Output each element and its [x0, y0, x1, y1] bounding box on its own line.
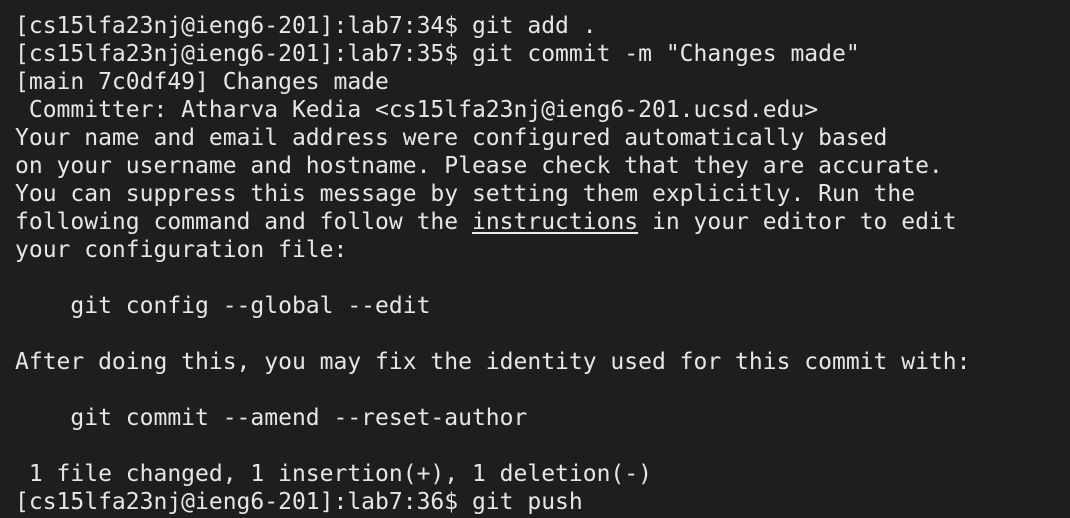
terminal-text-segment: in your editor to edit [638, 209, 957, 235]
terminal-line-output: on your username and hostname. Please ch… [15, 153, 943, 179]
terminal-line-output: your configuration file: [15, 237, 348, 263]
terminal-line-output: [main 7c0df49] Changes made [15, 69, 389, 95]
instructions-link[interactable]: instructions [472, 209, 638, 235]
terminal-line-output: Committer: Atharva Kedia <cs15lfa23nj@ie… [15, 97, 819, 123]
terminal-line-output: following command and follow the instruc… [15, 208, 1070, 236]
terminal-line-command-hint: git config --global --edit [15, 293, 431, 319]
terminal-line-prompt: [cs15lfa23nj@ieng6-201]:lab7:36$ git pus… [15, 489, 583, 515]
terminal-window[interactable]: [cs15lfa23nj@ieng6-201]:lab7:34$ git add… [0, 0, 1070, 518]
terminal-text-segment: following command and follow the [15, 209, 472, 235]
terminal-line-prompt: [cs15lfa23nj@ieng6-201]:lab7:34$ git add… [15, 13, 597, 39]
terminal-line-output: After doing this, you may fix the identi… [15, 349, 971, 375]
terminal-line-prompt: [cs15lfa23nj@ieng6-201]:lab7:35$ git com… [15, 41, 860, 67]
terminal-line-output: 1 file changed, 1 insertion(+), 1 deleti… [15, 461, 652, 487]
terminal-line-output: Your name and email address were configu… [15, 125, 888, 151]
terminal-line-output: You can suppress this message by setting… [15, 181, 916, 207]
terminal-line-command-hint: git commit --amend --reset-author [15, 405, 528, 431]
